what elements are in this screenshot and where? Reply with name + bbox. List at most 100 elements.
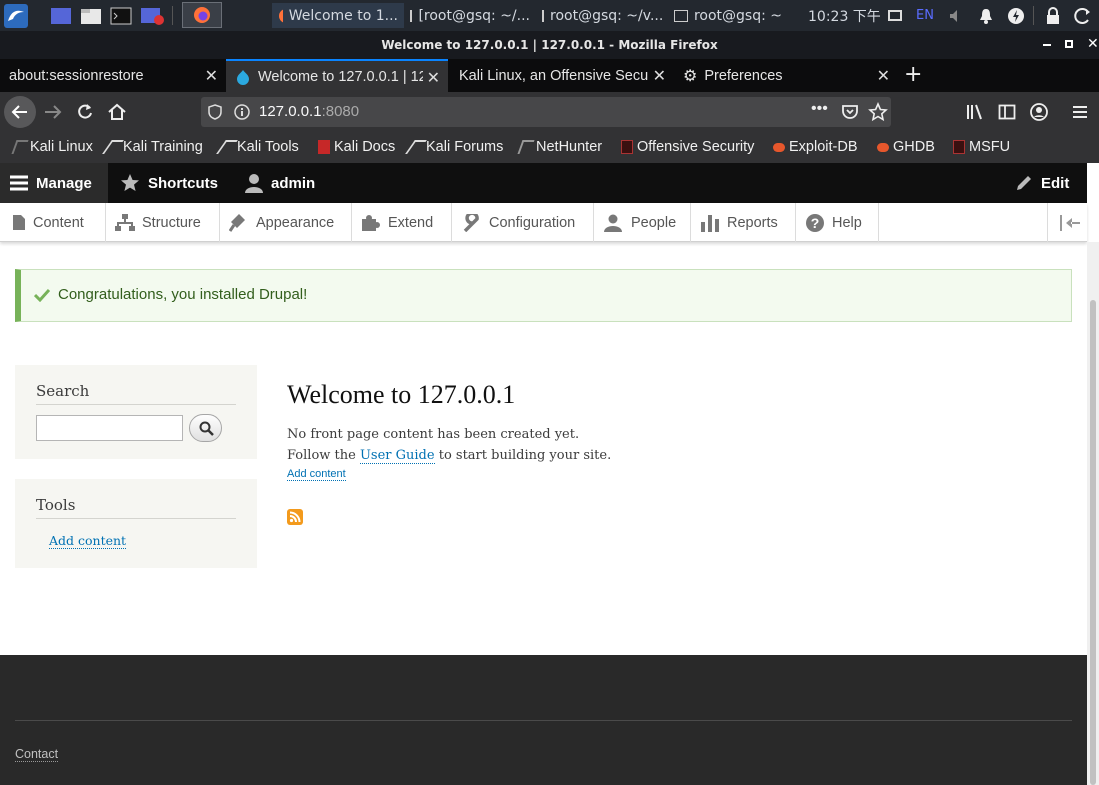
- bookmark-star-icon[interactable]: [868, 102, 888, 122]
- toolbar-edit-label: Edit: [1041, 174, 1070, 192]
- taskbar-window-terminal-2[interactable]: root@gsq: ~/v...: [536, 3, 668, 28]
- maximize-icon[interactable]: [1065, 40, 1073, 48]
- toolbar-edit[interactable]: Edit: [1015, 163, 1069, 203]
- close-tab-icon[interactable]: ✕: [205, 66, 218, 86]
- firefox-launcher-icon[interactable]: [182, 2, 222, 28]
- tray-structure[interactable]: Structure: [106, 203, 220, 242]
- tools-add-content-link[interactable]: Add content: [49, 533, 127, 549]
- tray-help[interactable]: ? Help: [796, 203, 879, 242]
- toolbar-shortcuts-label: Shortcuts: [148, 174, 219, 192]
- lock-screen-icon[interactable]: [1045, 0, 1061, 31]
- forward-arrow-icon[interactable]: [42, 102, 64, 122]
- shield-icon: [208, 104, 222, 120]
- taskbar-window-terminal-1[interactable]: [root@gsq: ~/...: [404, 3, 536, 28]
- workspace-icon[interactable]: [50, 0, 72, 31]
- bookmark-offensive-security[interactable]: Offensive Security: [621, 139, 754, 155]
- close-tab-icon[interactable]: ✕: [877, 66, 890, 86]
- toolbar-manage-label: Manage: [36, 174, 92, 192]
- close-tab-icon[interactable]: ✕: [653, 66, 666, 86]
- clock[interactable]: 10:23 下午: [808, 0, 881, 31]
- main-content: Welcome to 127.0.0.1 No front page conte…: [287, 380, 611, 525]
- exploit-db-icon: [773, 142, 785, 152]
- bookmark-msfu[interactable]: MSFU: [953, 139, 1010, 155]
- user-guide-link[interactable]: User Guide: [359, 448, 435, 464]
- bookmark-label: Kali Tools: [237, 139, 299, 155]
- footer-contact-link[interactable]: Contact: [15, 747, 59, 762]
- tab-sessionrestore[interactable]: about:sessionrestore ✕: [0, 59, 226, 92]
- search-input[interactable]: [36, 415, 183, 441]
- close-tab-icon[interactable]: ✕: [427, 68, 440, 88]
- ghdb-icon: [877, 142, 889, 152]
- bookmark-label: Kali Training: [123, 139, 203, 155]
- taskbar-window-terminal-3[interactable]: root@gsq: ~: [668, 3, 788, 28]
- drupal-admin-toolbar: Manage Shortcuts admin Edit: [0, 163, 1087, 203]
- search-block: Search: [15, 365, 257, 459]
- tray-content[interactable]: Content: [0, 203, 106, 242]
- account-icon[interactable]: [1030, 103, 1048, 121]
- kali-menu-icon[interactable]: [3, 0, 29, 31]
- logout-icon[interactable]: [1074, 0, 1092, 31]
- kali-dragon-icon: [405, 140, 427, 154]
- bookmark-kali-forums[interactable]: Kali Forums: [405, 139, 503, 155]
- display-icon[interactable]: [888, 0, 902, 31]
- minimize-icon[interactable]: [1043, 44, 1051, 46]
- drupal-admin-tray: Content Structure Appearance Extend Conf…: [0, 203, 1087, 242]
- notification-bell-icon[interactable]: [978, 0, 994, 31]
- hamburger-menu-icon[interactable]: [1072, 104, 1088, 120]
- toolbar-shortcuts[interactable]: Shortcuts: [120, 163, 218, 203]
- pocket-icon[interactable]: [841, 103, 859, 121]
- window-title: Welcome to 127.0.0.1 | 127.0.0.1 - Mozil…: [381, 38, 718, 52]
- info-icon[interactable]: [234, 104, 250, 120]
- volume-icon[interactable]: [948, 0, 964, 31]
- bar-chart-icon: [701, 214, 719, 232]
- tab-preferences[interactable]: ⚙ Preferences ✕: [674, 59, 898, 92]
- firefox-icon: [279, 9, 283, 22]
- search-button[interactable]: [189, 414, 222, 442]
- rss-feed-icon[interactable]: [287, 509, 303, 525]
- toolbar-user[interactable]: admin: [245, 163, 315, 203]
- bookmark-exploit-db[interactable]: Exploit-DB: [773, 139, 858, 155]
- tray-extend[interactable]: Extend: [352, 203, 452, 242]
- bookmark-kali-linux[interactable]: Kali Linux: [11, 139, 93, 155]
- file-manager-icon[interactable]: [80, 0, 102, 31]
- screen-recorder-icon[interactable]: [140, 0, 164, 31]
- tray-orientation-toggle[interactable]: [1047, 203, 1087, 242]
- terminal-icon: [674, 9, 688, 22]
- bookmark-kali-docs[interactable]: Kali Docs: [318, 139, 395, 155]
- msfu-icon: [953, 140, 965, 154]
- tab-kali-linux[interactable]: Kali Linux, an Offensive Security ✕: [450, 59, 674, 92]
- paint-roller-icon: [229, 213, 245, 232]
- pencil-icon: [1017, 176, 1031, 190]
- tray-configuration[interactable]: Configuration: [452, 203, 594, 242]
- close-window-icon[interactable]: ✕: [1087, 36, 1099, 52]
- bookmark-kali-training[interactable]: Kali Training: [102, 139, 203, 155]
- url-bar[interactable]: 127.0.0.1:8080 •••: [201, 97, 891, 127]
- tab-welcome[interactable]: Welcome to 127.0.0.1 | 127.0 ✕: [226, 59, 448, 92]
- power-manager-icon[interactable]: [1007, 0, 1025, 31]
- url-text[interactable]: 127.0.0.1:8080: [259, 103, 359, 120]
- back-button[interactable]: [4, 96, 36, 128]
- new-tab-icon[interactable]: +: [904, 62, 922, 87]
- library-icon[interactable]: [965, 103, 985, 121]
- bookmark-kali-tools[interactable]: Kali Tools: [216, 139, 299, 155]
- keyboard-layout[interactable]: EN: [916, 0, 934, 31]
- bookmark-nethunter[interactable]: NetHunter: [517, 139, 602, 155]
- home-icon[interactable]: [107, 102, 127, 122]
- sidebar-toggle-icon[interactable]: [998, 103, 1016, 121]
- tray-reports[interactable]: Reports: [691, 203, 796, 242]
- status-message-text: Congratulations, you installed Drupal!: [58, 286, 308, 303]
- kali-dragon-icon: [11, 140, 29, 154]
- tray-appearance[interactable]: Appearance: [220, 203, 352, 242]
- taskbar-window-firefox[interactable]: Welcome to 1...: [272, 3, 404, 28]
- tray-people[interactable]: People: [594, 203, 691, 242]
- scrollbar-thumb[interactable]: [1090, 300, 1096, 785]
- toolbar-manage[interactable]: Manage: [0, 163, 108, 203]
- reload-icon[interactable]: [75, 102, 95, 122]
- tools-block-title: Tools: [36, 496, 76, 514]
- page-actions-icon[interactable]: •••: [811, 100, 828, 118]
- tray-label: Configuration: [489, 214, 576, 231]
- add-content-link[interactable]: Add content: [287, 468, 346, 481]
- bookmark-ghdb[interactable]: GHDB: [877, 139, 935, 155]
- empty-front-text: No front page content has been created y…: [287, 427, 580, 442]
- terminal-icon[interactable]: [110, 0, 132, 31]
